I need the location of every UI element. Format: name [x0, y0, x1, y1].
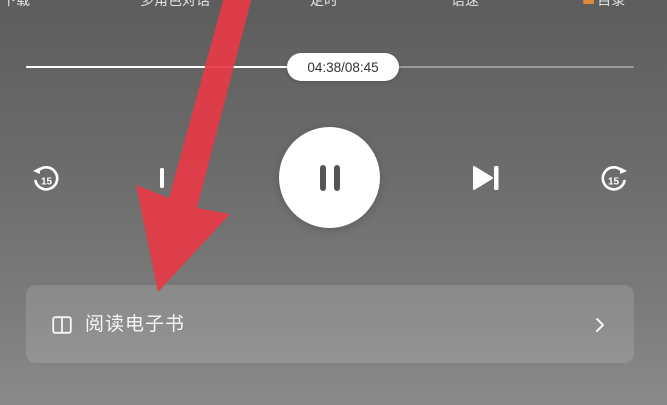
previous-track-icon — [160, 168, 164, 188]
menu-catalog-label: 目录 — [597, 0, 626, 9]
forward-15-icon: 15 — [601, 166, 627, 191]
forward-seconds-text: 15 — [608, 177, 620, 188]
next-track-icon — [473, 166, 499, 190]
previous-track-button[interactable] — [150, 160, 174, 196]
annotation-arrow-shape — [136, 0, 252, 292]
forward-15-button[interactable]: 15 — [596, 164, 630, 194]
pause-icon — [319, 164, 340, 191]
menu-catalog[interactable]: ▬ 目录 — [582, 0, 625, 11]
menu-multi-role-dialog[interactable]: 多角色对话 — [140, 0, 210, 11]
menu-timer[interactable]: 定时 — [310, 0, 338, 11]
rewind-15-button[interactable]: 15 — [30, 164, 64, 194]
rewind-15-icon: 15 — [33, 166, 59, 191]
read-ebook-button[interactable]: 阅读电子书 — [26, 285, 634, 363]
top-menu: 下载 多角色对话 定时 语速 ▬ 目录 — [0, 0, 667, 13]
rewind-seconds-text: 15 — [41, 177, 53, 188]
next-track-button[interactable] — [469, 160, 503, 196]
list-icon: ▬ — [582, 0, 596, 9]
chevron-right-icon — [596, 318, 604, 332]
pause-button[interactable] — [279, 127, 380, 228]
read-ebook-label: 阅读电子书 — [85, 313, 186, 335]
book-icon — [52, 316, 72, 334]
menu-speed[interactable]: 语速 — [451, 0, 479, 11]
menu-download[interactable]: 下载 — [2, 0, 30, 11]
time-label[interactable]: 04:38/08:45 — [287, 53, 399, 81]
